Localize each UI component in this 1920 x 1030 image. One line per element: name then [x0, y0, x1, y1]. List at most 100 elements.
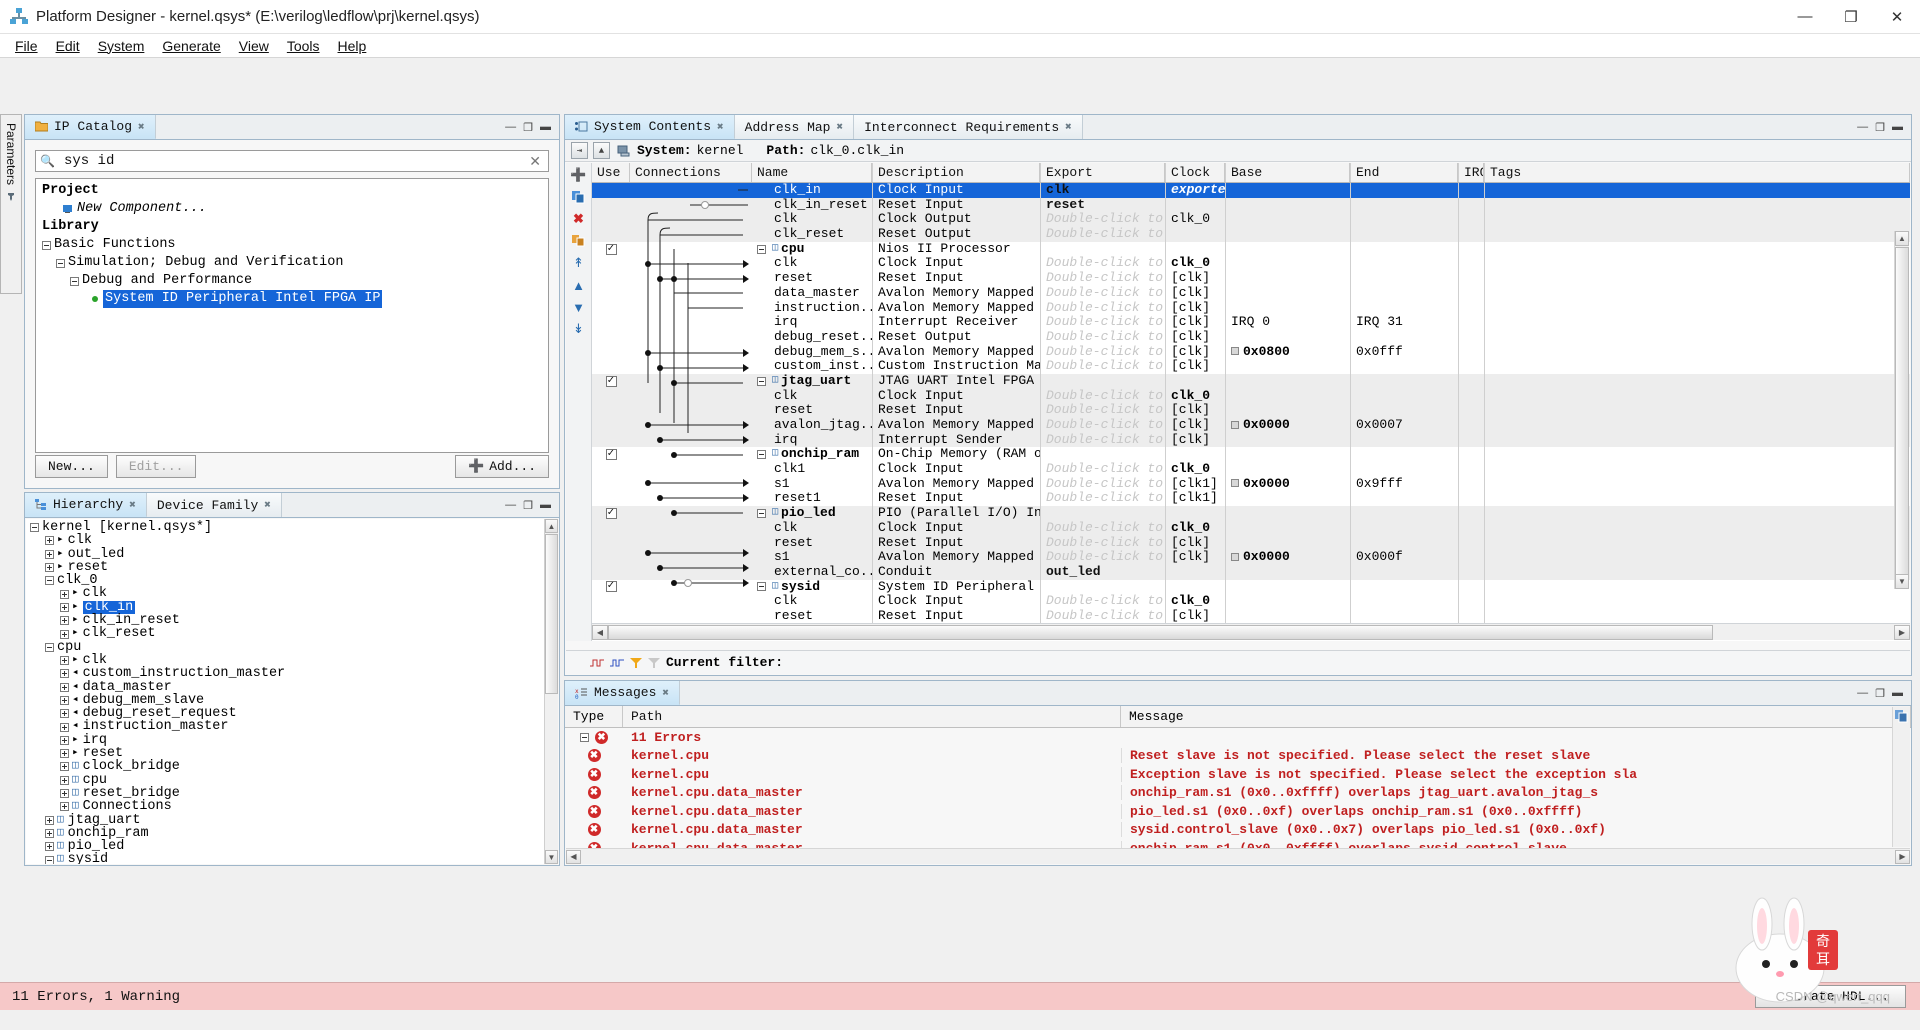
scroll-thumb[interactable]: [545, 534, 558, 694]
cell-tags[interactable]: [1484, 418, 1910, 433]
hierarchy-item[interactable]: ▸ clk_reset: [26, 627, 544, 641]
duplicate-icon[interactable]: [571, 233, 587, 249]
hierarchy-item[interactable]: ▸ reset: [26, 747, 544, 760]
cell-export[interactable]: Double-click to: [1040, 432, 1165, 448]
hierarchy-item[interactable]: ◫ sysid: [26, 853, 544, 864]
hierarchy-item[interactable]: ◂ instruction_master: [26, 720, 544, 734]
cell-connections[interactable]: [630, 580, 752, 595]
hierarchy-item[interactable]: ◂ data_master: [26, 680, 544, 694]
move-bottom-icon[interactable]: ↡: [571, 321, 587, 337]
cell-name[interactable]: reset: [752, 536, 872, 551]
use-checkbox[interactable]: [605, 447, 617, 462]
cell-clock[interactable]: [clk1]: [1165, 476, 1225, 492]
cell-export[interactable]: Double-click to: [1040, 344, 1165, 360]
cell-end[interactable]: [1350, 359, 1458, 374]
hierarchy-item[interactable]: ◂ debug_reset_request: [26, 707, 544, 721]
cell-use[interactable]: [592, 580, 630, 595]
expand-toggle-icon[interactable]: [60, 589, 69, 599]
column-header-irq[interactable]: IRQ: [1458, 163, 1484, 182]
cell-end[interactable]: [1350, 403, 1458, 418]
cell-clock[interactable]: [clk]: [1165, 403, 1225, 418]
cell-tags[interactable]: [1484, 285, 1910, 301]
move-up-icon[interactable]: ▲: [571, 277, 587, 293]
close-icon[interactable]: ✖: [138, 120, 145, 134]
column-header-path[interactable]: Path: [623, 706, 1121, 727]
cell-tags[interactable]: [1484, 520, 1910, 536]
cell-name[interactable]: debug_mem_s...: [752, 345, 872, 360]
cell-use[interactable]: [592, 521, 630, 536]
messages-group-row[interactable]: ✖ 11 Errors: [565, 728, 1911, 747]
cell-end[interactable]: [1350, 564, 1458, 580]
hierarchy-scrollbar[interactable]: ▲ ▼: [544, 519, 558, 864]
cell-base[interactable]: 0x0800: [1225, 344, 1350, 360]
hierarchy-item[interactable]: ▸ irq: [26, 733, 544, 747]
cell-clock[interactable]: [1165, 564, 1225, 580]
cell-end[interactable]: [1350, 594, 1458, 609]
cell-clock[interactable]: exported: [1165, 183, 1225, 198]
column-header-connections[interactable]: Connections: [630, 163, 752, 182]
cell-export[interactable]: [1040, 579, 1165, 595]
collapse-toggle-icon[interactable]: [70, 276, 79, 286]
cell-name[interactable]: s1: [752, 477, 872, 492]
cell-name[interactable]: custom_inst...: [752, 359, 872, 374]
cell-clock[interactable]: [clk]: [1165, 432, 1225, 448]
expand-toggle-icon[interactable]: [45, 828, 54, 838]
cell-end[interactable]: [1350, 197, 1458, 213]
cell-tags[interactable]: [1484, 579, 1910, 595]
hierarchy-item[interactable]: clk_0: [26, 574, 544, 588]
cell-end[interactable]: 0x9fff: [1350, 476, 1458, 492]
cell-base[interactable]: 0x0000: [1225, 418, 1350, 433]
ip-catalog-search[interactable]: 🔍 ✕: [35, 150, 549, 172]
float-panel-icon[interactable]: ❐: [1875, 121, 1885, 134]
cell-connections[interactable]: [630, 212, 752, 227]
cell-name[interactable]: clk: [752, 521, 872, 536]
cell-tags[interactable]: [1484, 608, 1910, 624]
cell-export[interactable]: reset: [1040, 197, 1165, 213]
cell-export[interactable]: Double-click to: [1040, 388, 1165, 404]
menu-system[interactable]: System: [89, 36, 154, 56]
cell-end[interactable]: [1350, 373, 1458, 389]
table-row[interactable]: reset Reset Input Double-click to [clk]: [592, 535, 1910, 551]
cell-tags[interactable]: [1484, 447, 1910, 463]
cell-export[interactable]: Double-click to: [1040, 285, 1165, 301]
table-row[interactable]: reset Reset Input Double-click to [clk]: [592, 608, 1910, 624]
cell-export[interactable]: [1040, 241, 1165, 257]
table-row[interactable]: clk Clock Input Double-click to clk_0: [592, 256, 1910, 272]
cell-use[interactable]: [592, 433, 630, 448]
tab-address-map[interactable]: Address Map ✖: [734, 115, 855, 139]
cell-end[interactable]: [1350, 462, 1458, 477]
expand-toggle-icon[interactable]: [60, 669, 69, 679]
cell-irq[interactable]: [1458, 388, 1484, 404]
scroll-down-icon[interactable]: ▼: [1895, 574, 1909, 589]
scroll-right-icon[interactable]: ▶: [1894, 624, 1910, 640]
ip-catalog-tree[interactable]: Project New Component... Library Basic F…: [35, 178, 549, 453]
minimize-panel-icon[interactable]: —: [1857, 687, 1868, 699]
cell-connections[interactable]: [630, 536, 752, 551]
cell-use[interactable]: [592, 403, 630, 418]
cell-base[interactable]: [1225, 227, 1350, 242]
cell-end[interactable]: [1350, 285, 1458, 301]
expand-toggle-icon[interactable]: [60, 682, 69, 692]
cell-name[interactable]: clk1: [752, 462, 872, 477]
table-body[interactable]: clk_inClock Inputclkexportedclk_in_reset…: [592, 183, 1910, 639]
cell-use[interactable]: [592, 389, 630, 404]
cell-base[interactable]: [1225, 300, 1350, 316]
hierarchy-item[interactable]: cpu: [26, 640, 544, 654]
cell-export[interactable]: Double-click to: [1040, 535, 1165, 551]
expand-toggle-icon[interactable]: [30, 523, 39, 533]
expand-toggle-icon[interactable]: [60, 735, 69, 745]
cell-connections[interactable]: [630, 594, 752, 609]
expand-toggle-icon[interactable]: [60, 802, 69, 812]
column-header-use[interactable]: Use: [592, 163, 630, 182]
cell-export[interactable]: Double-click to: [1040, 256, 1165, 272]
cell-tags[interactable]: [1484, 403, 1910, 418]
cell-irq[interactable]: [1458, 520, 1484, 536]
cell-tags[interactable]: [1484, 491, 1910, 507]
cell-name[interactable]: ◫ sysid: [752, 580, 872, 595]
cell-base[interactable]: [1225, 183, 1350, 198]
use-checkbox[interactable]: [605, 374, 617, 388]
tree-item-library[interactable]: Library: [36, 218, 548, 236]
hierarchy-item[interactable]: ▸ clk: [26, 534, 544, 548]
cell-clock[interactable]: [clk]: [1165, 329, 1225, 345]
cell-tags[interactable]: [1484, 373, 1910, 389]
